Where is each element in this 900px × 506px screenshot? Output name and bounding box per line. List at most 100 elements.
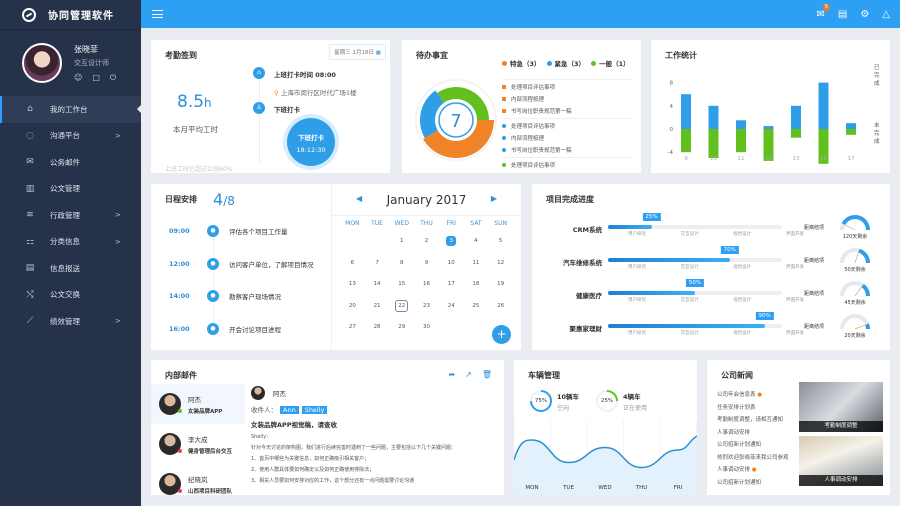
power-icon[interactable]: ⏻ bbox=[110, 73, 116, 83]
bar-done bbox=[708, 105, 719, 129]
calendar-day[interactable]: 15 bbox=[389, 277, 414, 299]
calendar-day[interactable]: 10 bbox=[439, 256, 464, 278]
calendar-day[interactable]: 28 bbox=[365, 320, 390, 342]
todo-item[interactable]: 处理项目评估事项 bbox=[502, 81, 632, 93]
progress-fill bbox=[608, 291, 695, 295]
calendar-day[interactable]: 9 bbox=[414, 256, 439, 278]
sidebar-item-7[interactable]: ⤭ 公文交换 bbox=[0, 282, 141, 309]
calendar-day[interactable]: 20 bbox=[340, 299, 365, 321]
schedule-item[interactable]: 12:00 ● 访问客户单位，了解项目情况 bbox=[169, 257, 314, 270]
share-icon[interactable]: ↗ bbox=[465, 370, 472, 379]
location-text: 上海市闵行区时代广场1楼 bbox=[280, 89, 357, 97]
layout-icon[interactable]: ▤ bbox=[838, 9, 847, 20]
news-item[interactable]: 公司招新计划通知 bbox=[717, 478, 789, 491]
calendar-day[interactable]: 16 bbox=[414, 277, 439, 299]
calendar-day[interactable]: 14 bbox=[365, 277, 390, 299]
news-list: 公司年会信息表 ● 任务安排计划表 考勤制度调整，请相互通知 人事调动安排 公司招新计划… bbox=[717, 390, 789, 490]
mail-list-item[interactable]: 李大成 健身管理后台交互 bbox=[151, 424, 245, 464]
mail-list-item[interactable]: 纪晓岚 山西项目科研团队 bbox=[151, 464, 245, 504]
calendar-day[interactable]: 3 bbox=[439, 234, 464, 256]
calendar-day[interactable]: 18 bbox=[464, 277, 489, 299]
calendar-day[interactable]: 21 bbox=[365, 299, 390, 321]
todo-item[interactable]: 处理项目评估事项 bbox=[502, 159, 632, 171]
schedule-text: 开会讨论项目进程 bbox=[229, 325, 281, 334]
calendar-day[interactable]: 24 bbox=[439, 299, 464, 321]
chevron-right-icon: > bbox=[115, 237, 121, 246]
sidebar-item-0[interactable]: ⌂ 我的工作台 bbox=[0, 96, 141, 123]
sidebar-item-1[interactable]: ◌ 沟通平台 > bbox=[0, 123, 141, 150]
calendar-day[interactable]: 4 bbox=[464, 234, 489, 256]
gear-icon[interactable]: ⚙ bbox=[860, 9, 869, 20]
prev-month-button[interactable]: ◀ bbox=[356, 194, 362, 203]
add-event-button[interactable]: + bbox=[492, 325, 511, 344]
sidebar-item-8[interactable]: ⟋ 绩效管理 > bbox=[0, 308, 141, 335]
todo-item[interactable]: 内部流程梳理 bbox=[502, 93, 632, 105]
menu-icon[interactable] bbox=[152, 10, 163, 18]
schedule-title: 日程安排 bbox=[165, 195, 197, 204]
logo-icon bbox=[22, 7, 36, 22]
schedule-item[interactable]: 16:00 ● 开会讨论项目进程 bbox=[169, 322, 281, 335]
schedule-item[interactable]: 14:00 ● 勘察客户现场情况 bbox=[169, 290, 281, 302]
sidebar-item-4[interactable]: ≋ 行政管理 > bbox=[0, 202, 141, 229]
punch-out-button[interactable]: 下班打卡 18:12:30 bbox=[287, 118, 335, 166]
news-image-caption: 考勤制度调整 bbox=[799, 421, 883, 432]
shirt-icon[interactable]: △ bbox=[882, 9, 890, 20]
news-item[interactable]: 人事调动安排 bbox=[717, 428, 789, 441]
sidebar-item-5[interactable]: ⚏ 分类信息 > bbox=[0, 229, 141, 256]
calendar-day[interactable]: 22 bbox=[389, 299, 414, 321]
news-item[interactable]: 公司年会信息表 ● bbox=[717, 390, 789, 403]
news-image[interactable]: 人事调动安排 bbox=[799, 436, 883, 486]
lock-icon[interactable]: □ bbox=[92, 73, 100, 83]
calendar-day[interactable]: 7 bbox=[365, 256, 390, 278]
stage-label: 视觉设计 bbox=[733, 298, 752, 303]
calendar-day[interactable]: 1 bbox=[389, 234, 414, 256]
todo-item[interactable]: 内部流程梳理 bbox=[502, 132, 632, 144]
day-number: 9 bbox=[424, 259, 429, 266]
todo-item[interactable]: 书写岗位职责规范第一稿 bbox=[502, 105, 632, 117]
trash-icon[interactable]: 🗑 bbox=[482, 370, 492, 379]
checkin-label: 上班打卡时间 08:00 bbox=[274, 71, 336, 79]
news-image[interactable]: 考勤制度调整 bbox=[799, 382, 883, 432]
date-picker[interactable]: 星期三 1月18日 ▦ bbox=[329, 44, 386, 60]
news-item[interactable]: 热烈欢迎张晓菲来我公司参观 bbox=[717, 453, 789, 466]
y-tick-label: 0 bbox=[670, 127, 674, 133]
calendar-day[interactable]: 2 bbox=[414, 234, 439, 256]
calendar-day[interactable]: 25 bbox=[464, 299, 489, 321]
next-month-button[interactable]: ▶ bbox=[491, 194, 497, 203]
news-item[interactable]: 公司招新计划通知 bbox=[717, 440, 789, 453]
calendar-day[interactable]: 5 bbox=[488, 234, 513, 256]
user-icon[interactable]: ☺ bbox=[74, 73, 82, 83]
sidebar-item-3[interactable]: ▥ 公文管理 bbox=[0, 176, 141, 203]
forward-icon[interactable]: ➦ bbox=[448, 370, 455, 379]
recipient-tag[interactable]: Ann bbox=[280, 406, 299, 414]
mail-list-item[interactable]: 阿杰 女装品牌APP bbox=[151, 384, 245, 424]
calendar-day[interactable]: 8 bbox=[389, 256, 414, 278]
todo-item[interactable]: 书写岗位职责规范第一稿 bbox=[502, 144, 632, 156]
calendar-day[interactable]: 23 bbox=[414, 299, 439, 321]
day-number: 1 bbox=[400, 238, 404, 244]
calendar-day[interactable]: 13 bbox=[340, 277, 365, 299]
calendar-day[interactable]: 19 bbox=[488, 277, 513, 299]
schedule-item[interactable]: 09:00 ● 评估各个项目工作量 bbox=[169, 225, 288, 237]
report-icon: ▤ bbox=[25, 263, 35, 274]
calendar-day[interactable]: 11 bbox=[464, 256, 489, 278]
sidebar-nav: ⌂ 我的工作台 ◌ 沟通平台 > ✉ 公务邮件 ▥ 公文管理 ≋ 行政管理 > ⚏ 分类信息 > ▤ 信息报送 ⤭… bbox=[0, 96, 141, 335]
todo-item[interactable]: 处理项目评估事项 bbox=[502, 120, 632, 132]
todo-bullet bbox=[502, 124, 506, 128]
news-item[interactable]: 考勤制度调整，请相互通知 bbox=[717, 415, 789, 428]
news-item[interactable]: 人事调动安排 ● bbox=[717, 465, 789, 478]
recipient-tag[interactable]: Shelly bbox=[301, 406, 328, 414]
avatar[interactable] bbox=[22, 43, 62, 83]
calendar-day[interactable]: 27 bbox=[340, 320, 365, 342]
calendar-day[interactable]: 30 bbox=[414, 320, 439, 342]
calendar-day[interactable]: 12 bbox=[488, 256, 513, 278]
calendar-day[interactable]: 6 bbox=[340, 256, 365, 278]
news-item[interactable]: 任务安排计划表 bbox=[717, 403, 789, 416]
calendar-day[interactable]: 26 bbox=[488, 299, 513, 321]
calendar-day[interactable]: 17 bbox=[439, 277, 464, 299]
message-icon[interactable]: ✉ 5 bbox=[816, 3, 830, 20]
sidebar-item-label: 分类信息 bbox=[50, 237, 80, 247]
sidebar-item-6[interactable]: ▤ 信息报送 bbox=[0, 255, 141, 282]
calendar-day[interactable]: 29 bbox=[389, 320, 414, 342]
sidebar-item-2[interactable]: ✉ 公务邮件 bbox=[0, 149, 141, 176]
